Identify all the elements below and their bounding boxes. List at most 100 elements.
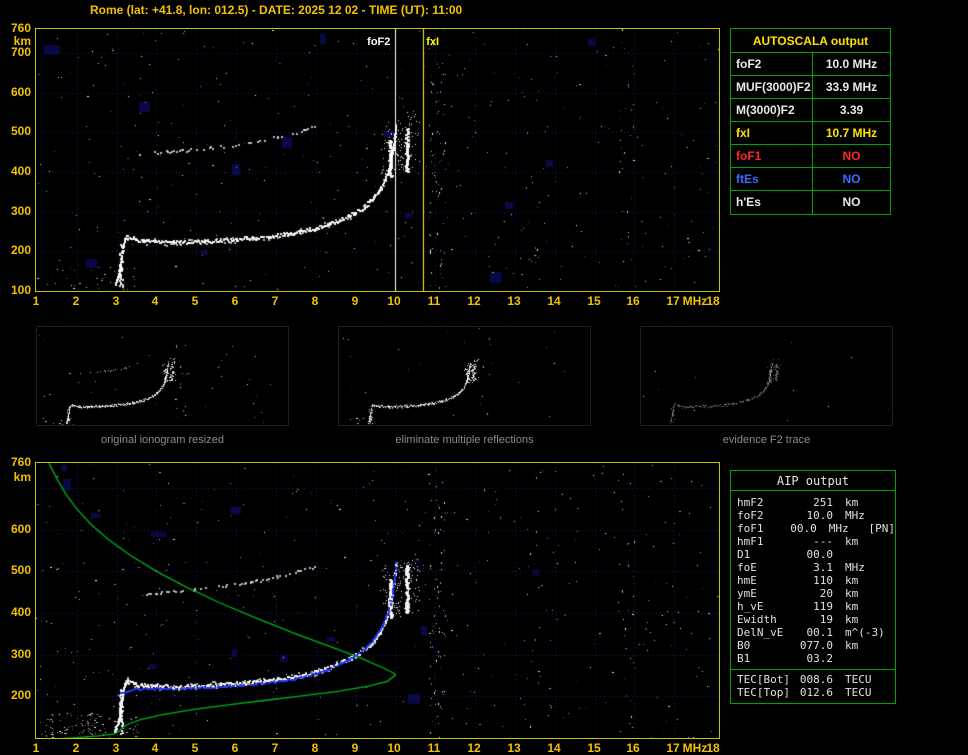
autoscala-param-label: h'Es — [731, 191, 813, 214]
aip-param-value: 00.0 — [793, 548, 833, 561]
aip-output-title: AIP output — [731, 471, 895, 491]
x-axis-label-6: 6 — [223, 742, 247, 754]
autoscala-param-label: M(3000)F2 — [731, 99, 813, 121]
aip-param-unit: TECU — [833, 673, 872, 686]
x-axis-label-2: 2 — [64, 295, 88, 307]
aip-param-value: 00.1 — [793, 626, 833, 639]
x-axis-label-9: 9 — [343, 742, 367, 754]
aip-param-name: B1 — [731, 652, 793, 665]
thumbnail-caption-original: original ionogram resized — [36, 434, 289, 446]
autoscala-param-value: 10.7 MHz — [813, 122, 890, 144]
aip-param-name: B0 — [731, 639, 793, 652]
autoscala-param-label: foF1 — [731, 145, 813, 167]
aip-param-name: hmE — [731, 574, 793, 587]
y-axis-label-700: 700 — [0, 46, 31, 58]
aip-tec-rows: TEC[Bot]008.6TECUTEC[Top]012.6TECU — [731, 672, 895, 701]
x-axis-label-6: 6 — [223, 295, 247, 307]
aip-row: hmF1---km — [731, 535, 895, 548]
autoscala-output-table: AUTOSCALA output foF210.0 MHzMUF(3000)F2… — [730, 28, 891, 215]
x-axis-label-7: 7 — [263, 295, 287, 307]
autoscala-row: ftEsNO — [731, 168, 890, 191]
aip-param-name: D1 — [731, 548, 793, 561]
aip-param-unit: km — [833, 496, 858, 509]
autoscala-param-value: NO — [813, 168, 890, 190]
aip-param-value: 012.6 — [793, 686, 833, 699]
aip-param-value: 110 — [793, 574, 833, 587]
aip-param-value: 251 — [793, 496, 833, 509]
profile-ionogram-canvas — [36, 463, 719, 738]
aip-param-value: 077.0 — [793, 639, 833, 652]
x-axis-label-11: 11 — [422, 295, 446, 307]
aip-param-value: --- — [793, 535, 833, 548]
autoscala-param-value: 3.39 — [813, 99, 890, 121]
x-axis-unit-label: MHz — [677, 295, 713, 307]
aip-param-unit: km — [833, 587, 858, 600]
x-axis-label-8: 8 — [303, 742, 327, 754]
autoscala-row: foF1NO — [731, 145, 890, 168]
aip-row: Ewidth19km — [731, 613, 895, 626]
aip-param-unit: km — [833, 613, 858, 626]
aip-param-unit: m^(-3) — [833, 626, 885, 639]
aip-separator — [731, 669, 895, 670]
aip-row: foF100.0MHz [PN] — [731, 522, 895, 535]
station-header: Rome (lat: +41.8, lon: 012.5) - DATE: 20… — [90, 3, 462, 17]
aip-row: TEC[Bot]008.6TECU — [731, 673, 895, 686]
y-axis-label-300: 300 — [0, 205, 31, 217]
aip-param-unit — [833, 652, 845, 665]
aip-row: foE3.1MHz — [731, 561, 895, 574]
y-axis-label-760: 760 — [0, 456, 31, 468]
x-axis-label-13: 13 — [502, 295, 526, 307]
x-axis-label-4: 4 — [143, 742, 167, 754]
aip-output-table: AIP output hmF2251kmfoF210.0MHzfoF100.0M… — [730, 470, 896, 704]
aip-param-value: 10.0 — [793, 509, 833, 522]
aip-row: ymE20km — [731, 587, 895, 600]
aip-param-name: hmF1 — [731, 535, 793, 548]
autoscala-output-title: AUTOSCALA output — [731, 29, 890, 53]
autoscala-row: fxI10.7 MHz — [731, 122, 890, 145]
autoscala-param-value: NO — [813, 145, 890, 167]
x-axis-label-12: 12 — [462, 742, 486, 754]
fxi-marker-label: fxI — [426, 37, 439, 48]
aip-param-unit: km — [833, 639, 858, 652]
y-axis-label-400: 400 — [0, 606, 31, 618]
aip-param-unit: TECU — [833, 686, 872, 699]
y-axis-label-760: 760 — [0, 22, 31, 34]
x-axis-label-14: 14 — [542, 742, 566, 754]
x-axis-label-16: 16 — [621, 742, 645, 754]
aip-row: DelN_vE00.1m^(-3) — [731, 626, 895, 639]
aip-param-name: hmF2 — [731, 496, 793, 509]
autoscala-param-value: 33.9 MHz — [813, 76, 890, 98]
aip-param-value: 20 — [793, 587, 833, 600]
x-axis-label-10: 10 — [382, 742, 406, 754]
x-axis-label-12: 12 — [462, 295, 486, 307]
aip-param-unit: MHz [PN] — [817, 522, 895, 535]
y-axis-label-200: 200 — [0, 689, 31, 701]
x-axis-label-2: 2 — [64, 742, 88, 754]
aip-param-unit: MHz — [833, 509, 865, 522]
thumbnail-original-canvas — [37, 327, 288, 425]
x-axis-label-14: 14 — [542, 295, 566, 307]
y-axis-label-200: 200 — [0, 244, 31, 256]
aip-param-name: foE — [731, 561, 793, 574]
autoscala-param-label: foF2 — [731, 53, 813, 75]
y-axis-label-600: 600 — [0, 523, 31, 535]
x-axis-label-11: 11 — [422, 742, 446, 754]
thumbnail-no-multiples-canvas — [339, 327, 590, 425]
aip-param-value: 19 — [793, 613, 833, 626]
aip-output-rows: hmF2251kmfoF210.0MHzfoF100.0MHz [PN]hmF1… — [731, 491, 895, 667]
x-axis-label-13: 13 — [502, 742, 526, 754]
x-axis-label-4: 4 — [143, 295, 167, 307]
x-axis-label-5: 5 — [183, 295, 207, 307]
aip-param-unit: MHz — [833, 561, 865, 574]
aip-param-unit: km — [833, 600, 858, 613]
profile-ionogram-plot — [35, 462, 720, 739]
aip-param-unit: km — [833, 535, 858, 548]
aip-param-value: 03.2 — [793, 652, 833, 665]
aip-row: B0077.0km — [731, 639, 895, 652]
aip-param-name: foF1 — [731, 522, 784, 535]
y-axis-label-600: 600 — [0, 86, 31, 98]
x-axis-label-3: 3 — [104, 742, 128, 754]
aip-param-unit: km — [833, 574, 858, 587]
aip-param-name: foF2 — [731, 509, 793, 522]
aip-param-value: 008.6 — [793, 673, 833, 686]
